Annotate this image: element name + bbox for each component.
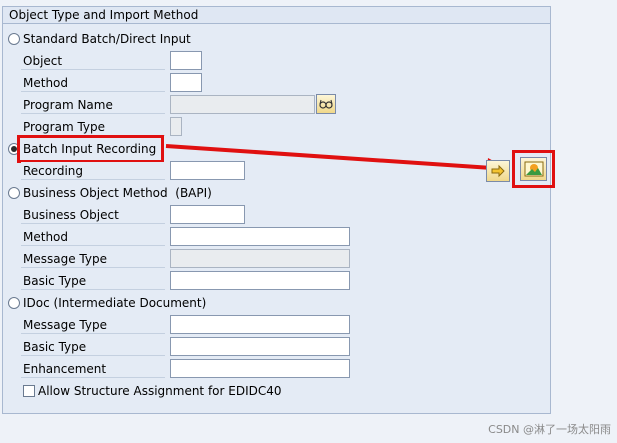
- label-program-type: Program Type: [21, 118, 165, 136]
- picture-icon[interactable]: [520, 157, 547, 181]
- message-type-field: [170, 249, 350, 268]
- object-field[interactable]: [170, 51, 202, 70]
- label-basic-type: Basic Type: [21, 272, 165, 290]
- allow-structure-label: Allow Structure Assignment for EDIDC40: [38, 384, 282, 398]
- radio-label-standard: Standard Batch/Direct Input: [23, 32, 191, 46]
- label-bapi-method: Method: [21, 228, 165, 246]
- label-message-type: Message Type: [21, 250, 165, 268]
- radio-business-object-method[interactable]: Business Object Method (BAPI): [8, 185, 212, 201]
- idoc-basic-type-field[interactable]: [170, 337, 350, 356]
- group-title: Object Type and Import Method: [3, 7, 550, 24]
- watermark: CSDN @淋了一场太阳雨: [488, 423, 611, 436]
- radio-label-bapi: Business Object Method (BAPI): [23, 186, 212, 200]
- radio-idoc[interactable]: IDoc (Intermediate Document): [8, 295, 206, 311]
- radio-label-idoc: IDoc (Intermediate Document): [23, 296, 207, 310]
- label-method: Method: [21, 74, 165, 92]
- enhancement-field[interactable]: [170, 359, 350, 378]
- highlight-recording-option: [17, 135, 164, 163]
- label-idoc-message-type: Message Type: [21, 316, 165, 334]
- radio-button-bapi[interactable]: [8, 187, 20, 199]
- label-enhancement: Enhancement: [21, 360, 165, 378]
- method-field[interactable]: [170, 73, 202, 92]
- business-object-field[interactable]: [170, 205, 245, 224]
- radio-button-idoc[interactable]: [8, 297, 20, 309]
- bapi-method-field[interactable]: [170, 227, 350, 246]
- label-business-object: Business Object: [21, 206, 165, 224]
- program-name-field: [170, 95, 315, 114]
- arrow-right-icon[interactable]: [486, 160, 510, 182]
- glasses-icon[interactable]: [316, 94, 336, 114]
- radio-button-standard[interactable]: [8, 33, 20, 45]
- label-object: Object: [21, 52, 165, 70]
- label-idoc-basic-type: Basic Type: [21, 338, 165, 356]
- label-recording: Recording: [21, 162, 165, 180]
- program-type-field: [170, 117, 182, 136]
- idoc-message-type-field[interactable]: [170, 315, 350, 334]
- basic-type-field[interactable]: [170, 271, 350, 290]
- annotation-arrow: [165, 144, 508, 178]
- allow-structure-checkbox[interactable]: [23, 385, 35, 397]
- allow-structure-checkbox-row[interactable]: Allow Structure Assignment for EDIDC40: [23, 383, 282, 399]
- label-program-name: Program Name: [21, 96, 165, 114]
- radio-standard-batch[interactable]: Standard Batch/Direct Input: [8, 31, 191, 47]
